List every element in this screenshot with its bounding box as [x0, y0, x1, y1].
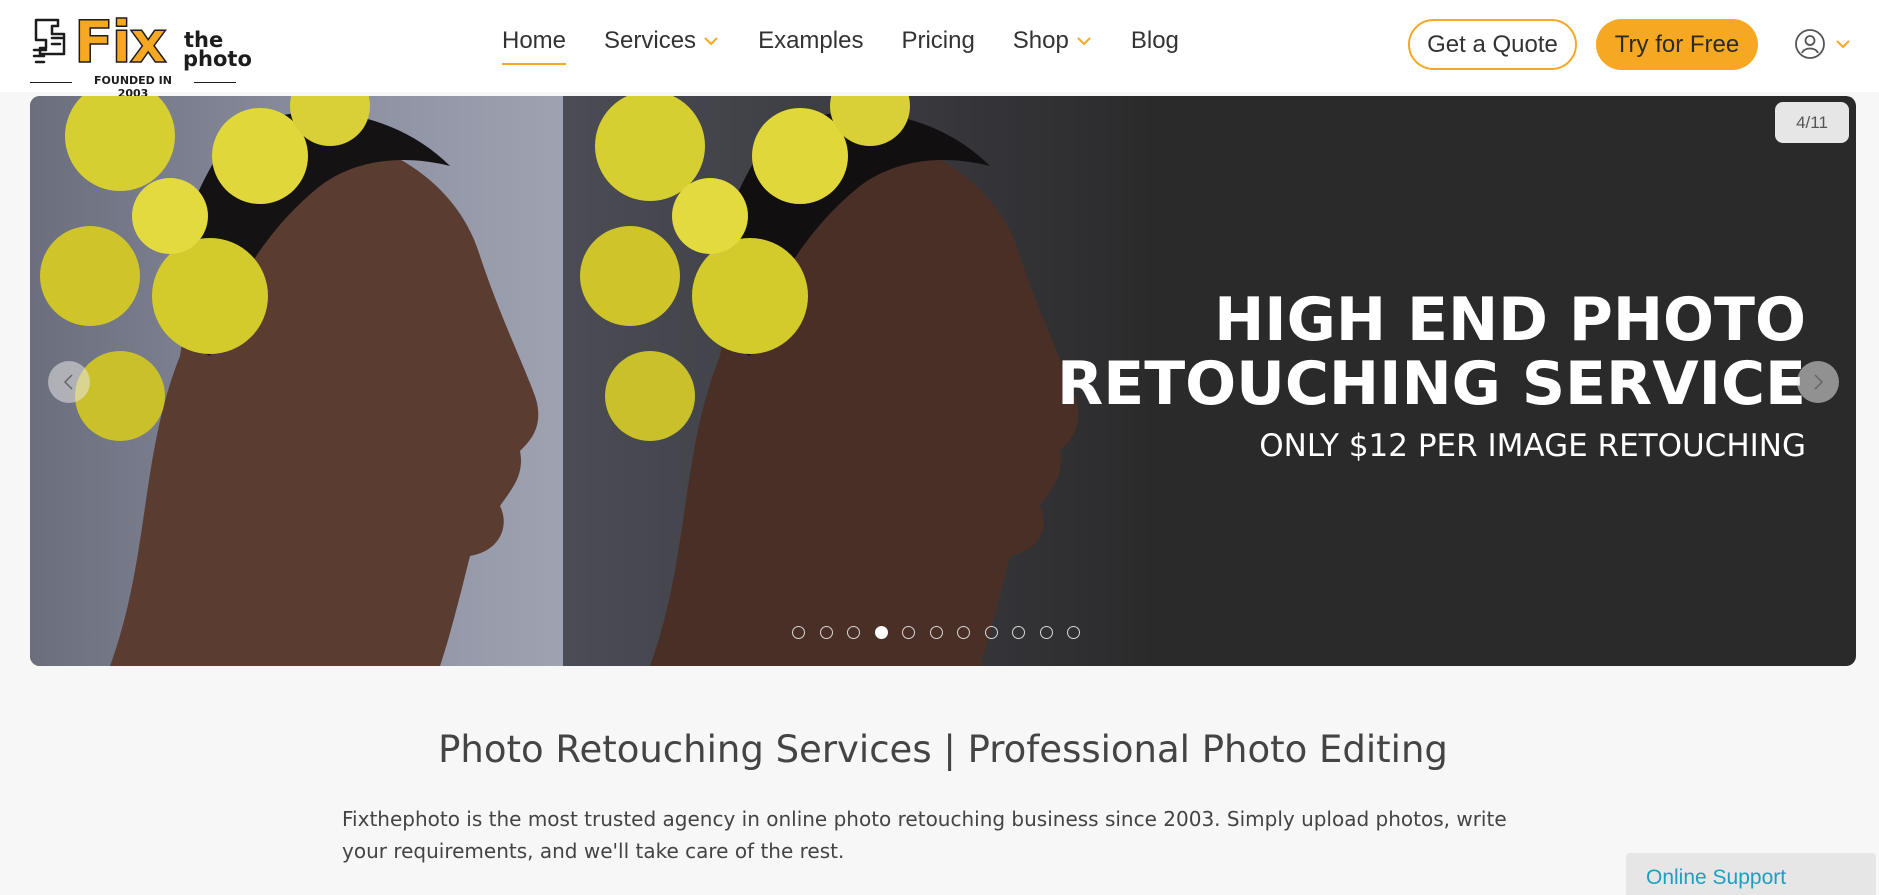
- site-logo[interactable]: Fix the photo FOUNDED IN 2003: [30, 9, 252, 100]
- portrait-illustration: [40, 96, 1079, 666]
- logo-photo-text: photo: [183, 47, 252, 71]
- nav-item-services[interactable]: Services: [604, 24, 720, 58]
- user-circle-icon: [1795, 29, 1825, 59]
- page-title: Photo Retouching Services | Professional…: [438, 728, 1448, 771]
- slide-dot[interactable]: [984, 626, 998, 639]
- main-nav: Home Services Examples Pricing Shop Blog: [502, 24, 1217, 65]
- slide-dot[interactable]: [957, 626, 970, 639]
- nav-item-label: Blog: [1130, 27, 1179, 54]
- get-quote-button[interactable]: Get a Quote: [1408, 19, 1577, 70]
- hero-title: HIGH END PHOTO RETOUCHING SERVICE: [1057, 288, 1806, 416]
- hands-logo-icon: [32, 18, 66, 64]
- site-header: Fix the photo FOUNDED IN 2003 Home Servi…: [0, 0, 1879, 100]
- chevron-right-icon: [1814, 374, 1824, 390]
- slide-dot[interactable]: [1039, 626, 1053, 639]
- nav-item-label: Home: [502, 27, 567, 54]
- chevron-down-icon: [1077, 37, 1091, 46]
- logo-divider-right: [194, 82, 236, 83]
- chevron-down-icon: [704, 37, 718, 46]
- nav-item-home[interactable]: Home: [502, 24, 567, 65]
- hero-title-line1: HIGH END PHOTO: [1214, 285, 1806, 355]
- slide-dot[interactable]: [847, 626, 860, 639]
- intro-paragraph: Fixthephoto is the most trusted agency i…: [342, 807, 1507, 863]
- prev-slide-button[interactable]: [48, 361, 90, 403]
- slide-counter: 4/11: [1775, 102, 1849, 143]
- slide-pagination: [792, 626, 1095, 639]
- slide-dot[interactable]: [929, 626, 943, 639]
- nav-item-shop[interactable]: Shop: [1013, 24, 1093, 58]
- try-free-button[interactable]: Try for Free: [1596, 19, 1758, 70]
- hero-title-line2: RETOUCHING SERVICE: [1057, 349, 1806, 419]
- slide-dot[interactable]: [819, 626, 833, 639]
- online-support-button[interactable]: Online Support: [1626, 853, 1876, 895]
- user-menu[interactable]: [1794, 27, 1858, 61]
- nav-item-label: Shop: [1012, 27, 1069, 54]
- nav-item-label: Services: [604, 27, 697, 54]
- slide-dot[interactable]: [902, 626, 915, 639]
- chevron-left-icon: [63, 374, 73, 390]
- slide-dot[interactable]: [792, 626, 805, 639]
- slide-dot[interactable]: [874, 626, 888, 639]
- nav-item-label: Examples: [758, 27, 864, 54]
- chevron-down-icon: [1836, 40, 1850, 49]
- logo-divider-left: [30, 82, 72, 83]
- slide-dot[interactable]: [1012, 626, 1025, 639]
- nav-item-blog[interactable]: Blog: [1131, 24, 1179, 58]
- nav-item-label: Pricing: [901, 27, 975, 54]
- next-slide-button[interactable]: [1797, 361, 1839, 403]
- slide-dot[interactable]: [1067, 626, 1080, 639]
- nav-item-pricing[interactable]: Pricing: [901, 24, 974, 58]
- nav-item-examples[interactable]: Examples: [758, 24, 863, 58]
- logo-fix-text: Fix: [73, 8, 167, 76]
- hero-slider: 4/11 HIGH END PHOTO RETOUCHING SERVICE O…: [30, 96, 1856, 666]
- hero-subtitle: ONLY $12 PER IMAGE RETOUCHING: [1259, 428, 1806, 464]
